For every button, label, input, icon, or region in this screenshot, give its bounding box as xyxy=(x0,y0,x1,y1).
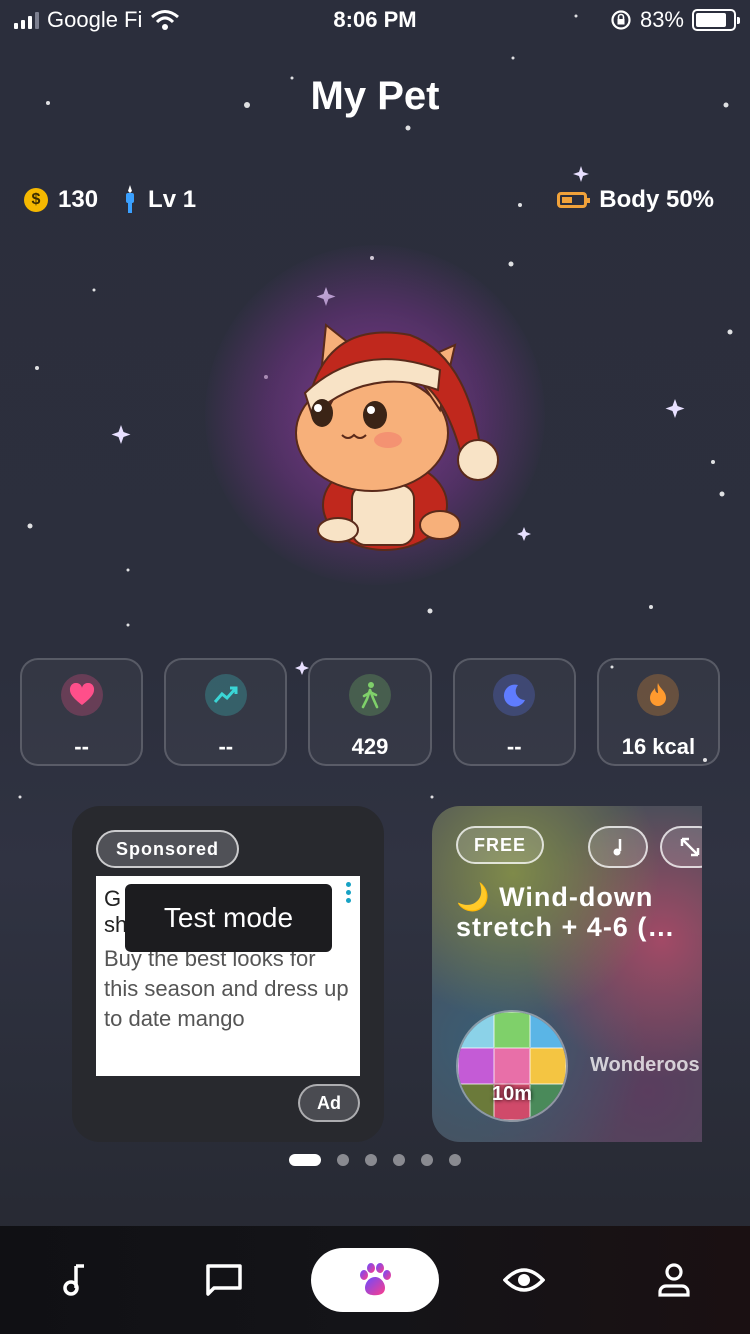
sponsored-card[interactable]: Sponsored G sh Buy the best looks for th… xyxy=(72,806,384,1142)
pager-dot[interactable] xyxy=(449,1154,461,1166)
ad-body: Buy the best looks for this season and d… xyxy=(104,946,349,1031)
rotation-lock-icon xyxy=(611,10,631,30)
metric-steps[interactable]: 429 xyxy=(308,658,432,766)
expand-icon xyxy=(680,837,700,857)
bottom-nav xyxy=(0,1226,750,1334)
heart-icon xyxy=(60,674,103,716)
moon-icon xyxy=(493,674,536,716)
channel-name[interactable]: Wonderoos xyxy=(590,1054,700,1077)
trend-icon xyxy=(204,674,247,716)
metric-heart-rate[interactable]: -- xyxy=(20,658,144,766)
paw-icon xyxy=(360,1263,391,1296)
stats-row: $ 130 Lv 1 Body 50% xyxy=(24,180,714,220)
pager-dot[interactable] xyxy=(393,1154,405,1166)
flame-icon xyxy=(637,674,680,716)
metric-trend[interactable]: -- xyxy=(164,658,288,766)
nav-chat[interactable] xyxy=(194,1250,254,1310)
media-duration: 10m xyxy=(491,1083,533,1105)
level-icon xyxy=(126,185,135,213)
chat-icon xyxy=(206,1264,242,1296)
body-status: Body 50% xyxy=(557,186,714,214)
nav-music[interactable] xyxy=(44,1250,104,1310)
body-label: Body 50% xyxy=(599,186,714,213)
media-thumbnail[interactable]: 10m xyxy=(456,1010,568,1122)
status-right: 83% xyxy=(610,7,740,33)
ad-label: Ad xyxy=(298,1084,360,1122)
pager-dot[interactable] xyxy=(289,1154,321,1166)
music-note-icon xyxy=(63,1264,84,1296)
metric-value: 16 kcal xyxy=(621,734,696,759)
eye-icon xyxy=(503,1268,545,1292)
pager-dot[interactable] xyxy=(421,1154,433,1166)
music-note-icon xyxy=(613,839,622,856)
metric-value: -- xyxy=(74,734,89,759)
coin-icon: $ xyxy=(24,188,48,212)
sponsored-badge: Sponsored xyxy=(96,830,240,868)
pet-cat-image[interactable] xyxy=(290,315,505,555)
metrics-row: -- -- 429 -- 16 kcal xyxy=(20,658,721,766)
coin-count: 130 xyxy=(58,186,99,213)
free-badge: FREE xyxy=(456,826,545,864)
metric-value: -- xyxy=(506,734,522,759)
ad-options-icon[interactable] xyxy=(346,882,352,903)
nav-profile[interactable] xyxy=(644,1250,704,1310)
nav-pet[interactable] xyxy=(311,1248,439,1312)
pager-dot[interactable] xyxy=(365,1154,377,1166)
battery-percent: 83% xyxy=(639,7,684,32)
music-button[interactable] xyxy=(588,826,648,868)
carousel-pager xyxy=(0,1154,750,1166)
battery-icon xyxy=(692,9,740,31)
nav-watch[interactable] xyxy=(494,1250,554,1310)
media-title: 🌙 Wind-down stretch + 4-6 (… xyxy=(456,882,676,942)
page-title: My Pet xyxy=(310,74,440,118)
expand-button[interactable] xyxy=(660,826,702,868)
test-mode-tooltip: Test mode xyxy=(125,884,332,952)
metric-value: 429 xyxy=(351,734,389,759)
profile-icon xyxy=(658,1263,690,1297)
metric-sleep[interactable]: -- xyxy=(452,658,576,766)
status-bar: Google Fi 8:06 PM 83% xyxy=(0,0,750,40)
pager-dot[interactable] xyxy=(337,1154,349,1166)
media-card[interactable]: FREE 🌙 Wind-down stretch + 4-6 (… 10m Wo… xyxy=(432,806,702,1142)
walk-icon xyxy=(349,674,391,716)
metric-calories[interactable]: 16 kcal xyxy=(596,658,721,766)
level-label: Lv 1 xyxy=(148,186,197,213)
body-battery-icon xyxy=(557,192,591,208)
metric-value: -- xyxy=(218,734,234,759)
